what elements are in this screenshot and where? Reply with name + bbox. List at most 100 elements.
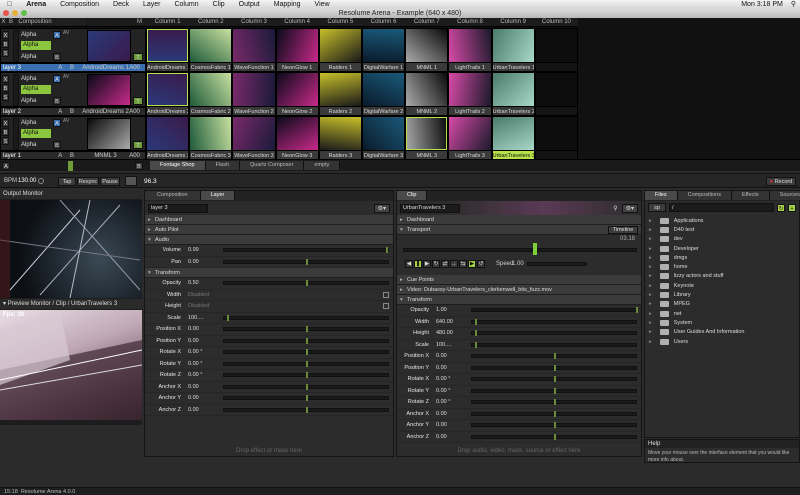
tab-composition[interactable]: Composition	[145, 191, 201, 200]
param-value[interactable]: 0.00	[185, 326, 219, 332]
search-icon[interactable]: ⚲	[791, 0, 796, 9]
clip-name-input[interactable]	[400, 203, 460, 213]
param-value[interactable]: 0.00 °	[185, 361, 219, 367]
param-slider[interactable]	[471, 422, 637, 429]
column-header-7[interactable]: Column 7	[405, 18, 449, 27]
tab-files[interactable]: Files	[645, 191, 678, 200]
clip-cell[interactable]: DigitalWarfare 1	[362, 28, 406, 72]
param-slider[interactable]	[471, 364, 637, 371]
param-value[interactable]: 0.00 °	[433, 388, 467, 394]
column-header-10[interactable]: Column 10	[534, 18, 578, 27]
speed-slider[interactable]	[527, 262, 587, 266]
master-fader-icon[interactable]	[125, 176, 137, 186]
param-value[interactable]: 1.00	[433, 307, 467, 313]
resync-button[interactable]: Resync	[77, 177, 99, 186]
file-item[interactable]: ▸ Keynote	[645, 281, 799, 290]
param-slider[interactable]	[223, 383, 389, 390]
param-value[interactable]: 0.00	[185, 384, 219, 390]
param-slider-handle[interactable]	[554, 387, 556, 394]
column-header-5[interactable]: Column 5	[318, 18, 362, 27]
param-slider[interactable]	[223, 360, 389, 367]
new-folder-icon[interactable]: +	[788, 203, 796, 212]
param-value[interactable]: 0.00	[185, 407, 219, 413]
param-slider-handle[interactable]	[475, 341, 478, 348]
layer-b[interactable]: B	[2, 128, 9, 136]
param-slider[interactable]	[471, 433, 637, 440]
clip-options-gear-icon[interactable]: ⚙▾	[621, 203, 638, 213]
layer-options-gear-icon[interactable]: ⚙▾	[373, 203, 390, 213]
param-value[interactable]: 0.00	[433, 365, 467, 371]
param-slider-handle[interactable]	[475, 318, 478, 325]
column-header-4[interactable]: Column 4	[275, 18, 319, 27]
param-slider[interactable]	[223, 247, 389, 254]
param-value[interactable]: 0.00	[433, 411, 467, 417]
clip-cell[interactable]: NeonGlow 1	[275, 28, 319, 72]
clip-cell[interactable]: Raiders 1	[318, 28, 362, 72]
layer-preview-thumb[interactable]	[87, 30, 131, 62]
play-reverse-icon[interactable]: ◀	[405, 260, 413, 268]
random-icon[interactable]: ⇆	[459, 260, 467, 268]
layer-preview-thumb[interactable]	[87, 74, 131, 106]
preview-monitor-view[interactable]: Fps: 30	[0, 310, 142, 420]
param-slider-handle[interactable]	[306, 383, 308, 390]
close-icon[interactable]	[3, 10, 9, 16]
timeline-dropdown[interactable]: Timeline	[608, 226, 638, 234]
param-slider[interactable]	[471, 387, 637, 394]
param-value[interactable]: 0.00	[185, 338, 219, 344]
param-slider-handle[interactable]	[306, 372, 308, 379]
expand-icon[interactable]: ▸	[649, 339, 652, 345]
layer-b[interactable]: B	[2, 84, 9, 92]
clip-cell[interactable]: WaveFunction 2	[232, 72, 276, 116]
param-value[interactable]: 0.00	[185, 259, 219, 265]
layer-b-toggle[interactable]: B	[53, 97, 61, 105]
speed-reset-icon[interactable]: ↺	[477, 260, 485, 268]
param-checkbox[interactable]	[383, 291, 389, 298]
section-transform[interactable]: Transform	[145, 268, 393, 278]
param-slider-handle[interactable]	[554, 422, 556, 429]
layer-opacity-fader[interactable]	[13, 74, 19, 106]
refresh-icon[interactable]: ↻	[777, 203, 785, 212]
bpm-dial-icon[interactable]	[38, 178, 44, 184]
param-slider-handle[interactable]	[554, 376, 556, 383]
clip-section-dashboard[interactable]: Dashboard	[397, 215, 641, 225]
menu-output[interactable]: Output	[232, 0, 267, 9]
speed-mode-icon[interactable]: ▶	[468, 260, 476, 268]
clip-cell[interactable]: MNML 3	[405, 116, 449, 160]
param-value[interactable]: 0.00	[185, 395, 219, 401]
tap-button[interactable]: Tap	[58, 177, 76, 186]
layer-blend-select[interactable]: Alpha	[21, 41, 51, 50]
param-checkbox[interactable]	[383, 303, 389, 310]
param-value[interactable]: 0.00 °	[433, 399, 467, 405]
param-value[interactable]: 0.00 °	[185, 372, 219, 378]
file-item[interactable]: ▸ System	[645, 318, 799, 327]
header-m[interactable]: M	[86, 18, 146, 27]
tab-compositions[interactable]: Compositions	[677, 191, 732, 200]
expand-icon[interactable]: ▸	[649, 301, 652, 307]
layer-t-toggle[interactable]: T	[133, 141, 143, 149]
expand-icon[interactable]: ▸	[649, 255, 652, 261]
expand-icon[interactable]: ▸	[649, 264, 652, 270]
menu-column[interactable]: Column	[167, 0, 205, 9]
layer-t-toggle[interactable]: T	[133, 53, 143, 61]
expand-icon[interactable]: ▸	[649, 329, 652, 335]
clip-cell[interactable]: Raiders 3	[318, 116, 362, 160]
column-header-9[interactable]: Column 9	[491, 18, 535, 27]
param-value[interactable]: Disabled	[185, 303, 219, 309]
column-header-8[interactable]: Column 8	[448, 18, 492, 27]
layer-blend-select[interactable]: Alpha	[21, 85, 51, 94]
menu-layer[interactable]: Layer	[136, 0, 168, 9]
file-item[interactable]: ▸ home	[645, 262, 799, 271]
param-slider[interactable]	[223, 406, 389, 413]
param-slider[interactable]	[223, 337, 389, 344]
clip-cell[interactable]: NeonGlow 3	[275, 116, 319, 160]
layer-b-toggle[interactable]: B	[53, 53, 61, 61]
layer-a-toggle[interactable]: A	[53, 119, 61, 127]
header-composition[interactable]: Composition	[15, 18, 55, 27]
clip-cell[interactable]: MNML 1	[405, 28, 449, 72]
layer-a-toggle[interactable]: A	[53, 31, 61, 39]
param-slider[interactable]	[223, 258, 389, 265]
deck-tab-empty[interactable]: empty	[304, 161, 341, 170]
clip-cell[interactable]: NeonGlow 2	[275, 72, 319, 116]
deck-tab-quartz[interactable]: Quartz Composer	[240, 161, 305, 170]
param-slider-handle[interactable]	[306, 395, 308, 402]
